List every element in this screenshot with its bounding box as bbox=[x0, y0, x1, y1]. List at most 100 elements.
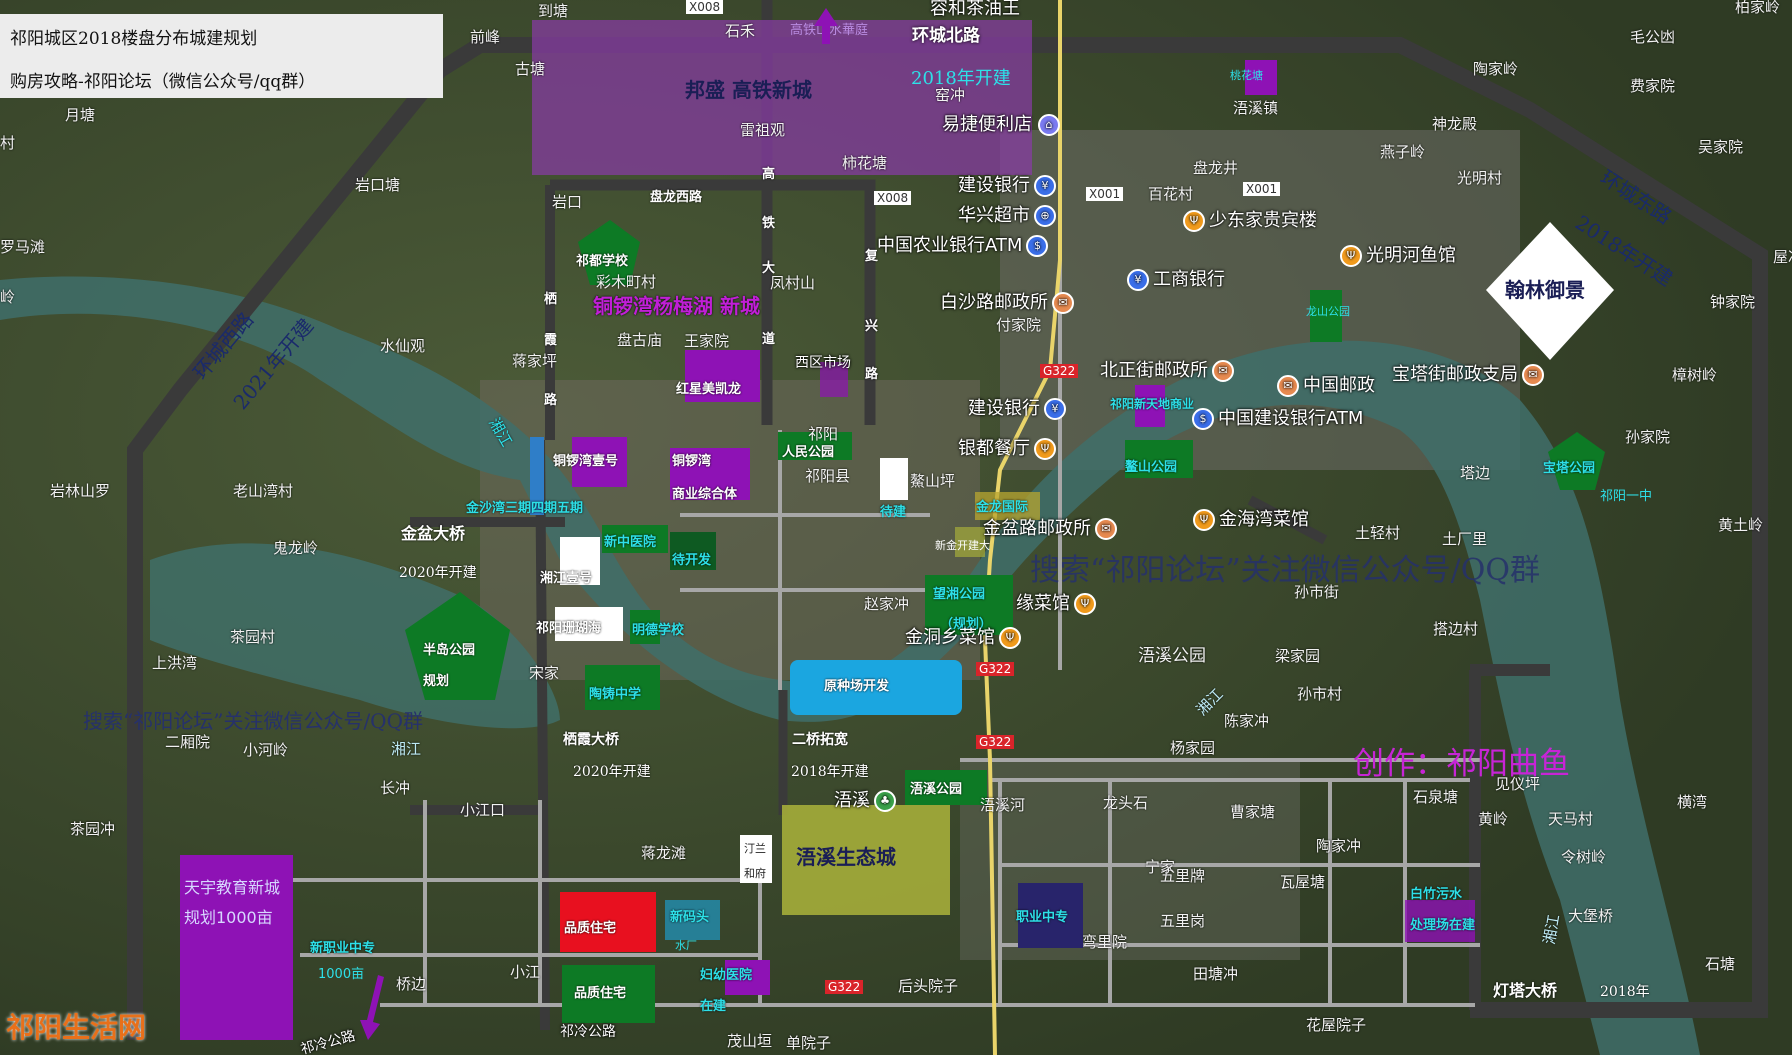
poi-jindong-text: 金洞乡菜馆 bbox=[905, 627, 995, 648]
poi-shaodong-text: 少东家贵宾楼 bbox=[1209, 210, 1317, 231]
village: 老山湾村 bbox=[233, 482, 294, 500]
label-tongluowan-comm-2: 商业综合体 bbox=[672, 487, 738, 502]
village: 费家院 bbox=[1630, 77, 1676, 95]
poi-abc-atm: 中国农业银行ATM $ bbox=[877, 235, 1052, 257]
label-x008: X008 bbox=[874, 191, 912, 205]
label-jinpen-bridge: 金盆大桥 bbox=[401, 524, 466, 543]
village: 陶家岭 bbox=[1473, 60, 1519, 78]
village: 横湾 bbox=[1677, 793, 1708, 811]
village: 前峰 bbox=[470, 28, 501, 46]
village: 浯溪河 bbox=[980, 796, 1026, 814]
label-gaotie-1: 高 bbox=[762, 167, 776, 182]
mail-icon: ✉ bbox=[1052, 292, 1074, 314]
village: 岩林山罗 bbox=[50, 482, 111, 500]
village: 黄岭 bbox=[1478, 810, 1509, 828]
label-xinjinkai: 新金开建大 bbox=[935, 539, 990, 552]
label-fuxing-2: 兴 bbox=[865, 319, 879, 334]
poi-ccb-atm: $ 中国建设银行ATM bbox=[1192, 408, 1363, 430]
restaurant-icon: Ψ bbox=[1183, 210, 1205, 232]
village: 天马村 bbox=[1548, 810, 1594, 828]
label-yuanzhongchang: 原种场开发 bbox=[824, 679, 890, 694]
village: 窑冲 bbox=[935, 86, 966, 104]
village: 古塘 bbox=[515, 60, 546, 78]
label-jinlong: 金龙国际 bbox=[976, 500, 1029, 515]
village: 令树岭 bbox=[1561, 848, 1607, 866]
label-fuxing-3: 路 bbox=[865, 367, 879, 382]
village: 孙家院 bbox=[1625, 428, 1671, 446]
village: 杨家园 bbox=[1170, 739, 1216, 757]
label-tongluowan-no1: 铜锣湾壹号 bbox=[553, 454, 619, 469]
village: 神龙殿 bbox=[1432, 115, 1478, 133]
village: 瓦屋塘 bbox=[1280, 873, 1326, 891]
label-ring-north: 环城北路 bbox=[912, 26, 980, 46]
label-baota-park: 宝塔公园 bbox=[1543, 461, 1596, 476]
village: 湘江 bbox=[391, 740, 422, 758]
village: 彩木町村 bbox=[596, 273, 657, 291]
village: 小江口 bbox=[460, 801, 506, 819]
village: 钟家院 bbox=[1710, 293, 1756, 311]
village: 百花村 bbox=[1148, 185, 1194, 203]
label-tongluowan: 铜锣湾杨梅湖 新城 bbox=[593, 294, 760, 318]
label-g322-c: G322 bbox=[976, 735, 1015, 749]
village: 赵家冲 bbox=[864, 595, 910, 613]
label-new-vocational: 新职业中专 bbox=[310, 941, 376, 956]
label-qixia-1: 栖 bbox=[544, 292, 558, 307]
village: 蒋家坪 bbox=[512, 352, 558, 370]
village: 龙头石 bbox=[1103, 794, 1149, 812]
village: 搭边村 bbox=[1433, 620, 1479, 638]
poi-huaxing: 华兴超市 ⊕ bbox=[958, 205, 1060, 227]
bank-icon: ¥ bbox=[1034, 175, 1056, 197]
poi-yindu-text: 银都餐厅 bbox=[958, 438, 1030, 459]
village: 宁家 bbox=[1145, 858, 1176, 876]
label-qixia-bridge: 栖霞大桥 bbox=[563, 732, 619, 748]
village: 雷祖观 bbox=[740, 121, 786, 139]
village: 盘古庙 bbox=[617, 331, 663, 349]
village: 茶园村 bbox=[230, 628, 276, 646]
label-qiyang-xintiandi: 祁阳新天地商业 bbox=[1110, 397, 1195, 411]
village: 黄土岭 bbox=[1718, 516, 1764, 534]
poi-jianshe-2-text: 建设银行 bbox=[968, 398, 1040, 419]
village: 五里岗 bbox=[1160, 912, 1206, 930]
village: 后头院子 bbox=[898, 977, 959, 995]
label-qixia-open: 2020年开建 bbox=[573, 764, 651, 780]
village: 上洪湾 bbox=[152, 654, 198, 672]
label-dengta: 灯塔大桥 bbox=[1493, 981, 1558, 1000]
restaurant-icon: Ψ bbox=[1193, 509, 1215, 531]
village: 浯溪镇 bbox=[1233, 99, 1279, 117]
village: 小江 bbox=[510, 963, 541, 981]
village: 凤村山 bbox=[770, 274, 816, 292]
poi-guangminghe-text: 光明河鱼馆 bbox=[1366, 245, 1456, 266]
label-x001-a: X001 bbox=[1086, 187, 1124, 201]
village: 梁家园 bbox=[1275, 647, 1321, 665]
label-erqiao: 二桥拓宽 bbox=[792, 732, 848, 748]
label-vocational: 职业中专 bbox=[1016, 910, 1069, 925]
village: 付家院 bbox=[996, 316, 1042, 334]
poi-baota-post-text: 宝塔街邮政支局 bbox=[1392, 364, 1518, 385]
label-bandao-plan: 规划 bbox=[423, 674, 450, 689]
poi-beizheng-post: 北正街邮政所 ✉ bbox=[1100, 360, 1238, 382]
village: 蒋龙滩 bbox=[641, 844, 687, 862]
village: 屋冲 bbox=[1773, 248, 1792, 266]
label-tongluowan-comm-1: 铜锣湾 bbox=[672, 454, 712, 469]
poi-ronghe: 容和茶油王 bbox=[930, 0, 1020, 18]
label-pinzhi-2: 品质住宅 bbox=[574, 986, 627, 1001]
city-planning-map: 祁阳城区2018楼盘分布城建规划 购房攻略-祁阳论坛（微信公众号/qq群） 邦盛… bbox=[0, 0, 1792, 1055]
village: 祁阳县 bbox=[805, 467, 851, 485]
poi-yindu: 银都餐厅 Ψ bbox=[958, 438, 1060, 460]
label-renmin-park: 人民公园 bbox=[782, 445, 835, 460]
atm-icon: $ bbox=[1192, 408, 1214, 430]
label-baizhu-2: 处理场在建 bbox=[1410, 918, 1476, 933]
label-taohuatang: 桃花塘 bbox=[1230, 69, 1263, 82]
label-x001-b: X001 bbox=[1243, 182, 1281, 196]
village: 盘龙井 bbox=[1193, 159, 1239, 177]
village: 曹家塘 bbox=[1230, 803, 1276, 821]
poi-wuxi: 浯溪 ♣ bbox=[834, 790, 900, 812]
label-jinpen-open: 2020年开建 bbox=[399, 565, 477, 581]
label-erqiao-open: 2018年开建 bbox=[791, 764, 869, 780]
label-aoshan-park: 鳌山公园 bbox=[1125, 460, 1178, 475]
poi-beizheng-text: 北正街邮政所 bbox=[1100, 360, 1208, 381]
village: 石塘 bbox=[1705, 955, 1736, 973]
village: 塔边 bbox=[1460, 464, 1491, 482]
village: 燕子岭 bbox=[1380, 143, 1426, 161]
village: 弯里院 bbox=[1082, 933, 1128, 951]
